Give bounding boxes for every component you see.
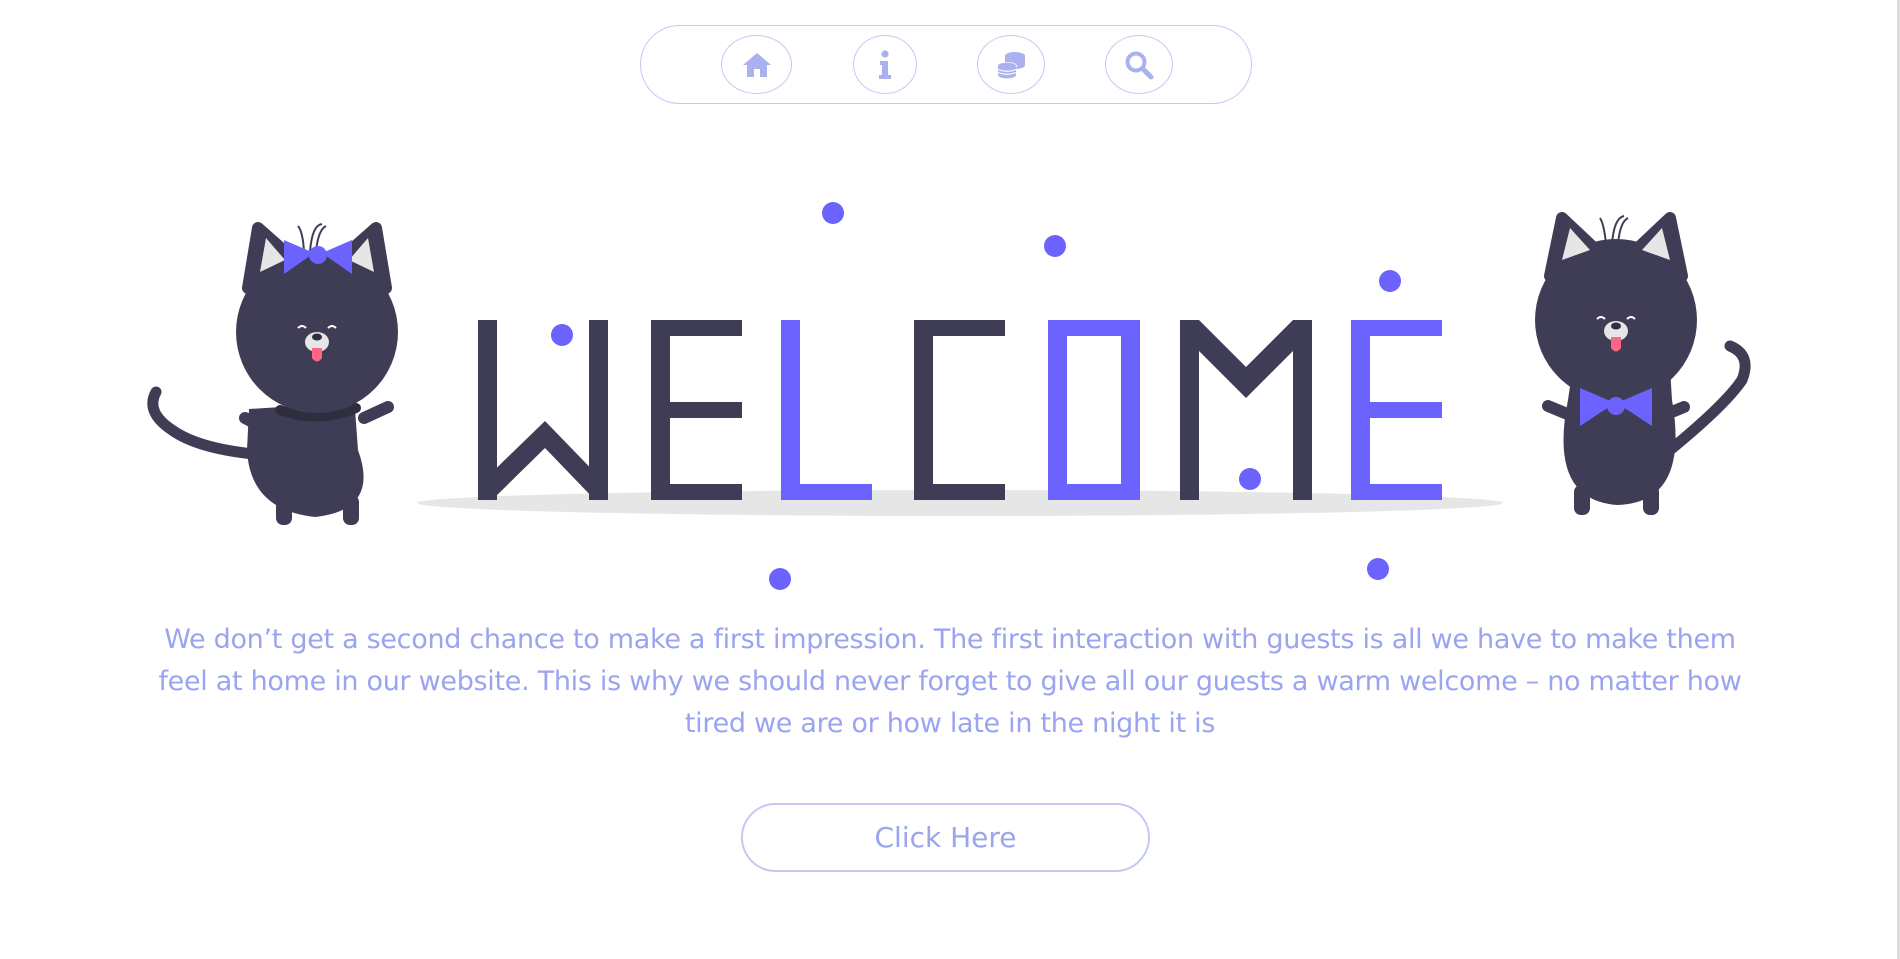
nav-search-button[interactable]: [1105, 35, 1173, 94]
nav-coins-button[interactable]: [977, 35, 1045, 94]
letter-e-2: [1351, 320, 1442, 500]
search-icon: [1125, 51, 1154, 79]
welcome-heading: [478, 320, 1442, 500]
letter-l: [781, 320, 872, 500]
right-cat-illustration: [1535, 212, 1751, 515]
coins-icon: [997, 51, 1025, 78]
left-cat-illustration: [147, 222, 398, 525]
letter-w: [478, 320, 608, 500]
tagline-text: We don’t get a second chance to make a f…: [158, 624, 1742, 739]
click-here-button[interactable]: Click Here: [741, 803, 1150, 872]
info-icon: [879, 49, 891, 79]
home-icon: [742, 52, 771, 77]
top-nav: [640, 25, 1252, 104]
hero-illustration: [0, 180, 1900, 600]
letter-e-1: [651, 320, 742, 500]
letter-o: [1048, 320, 1140, 500]
confetti-dots: [551, 202, 1401, 590]
letter-c: [914, 320, 1005, 500]
nav-info-button[interactable]: [853, 35, 917, 94]
nav-home-button[interactable]: [721, 35, 792, 94]
